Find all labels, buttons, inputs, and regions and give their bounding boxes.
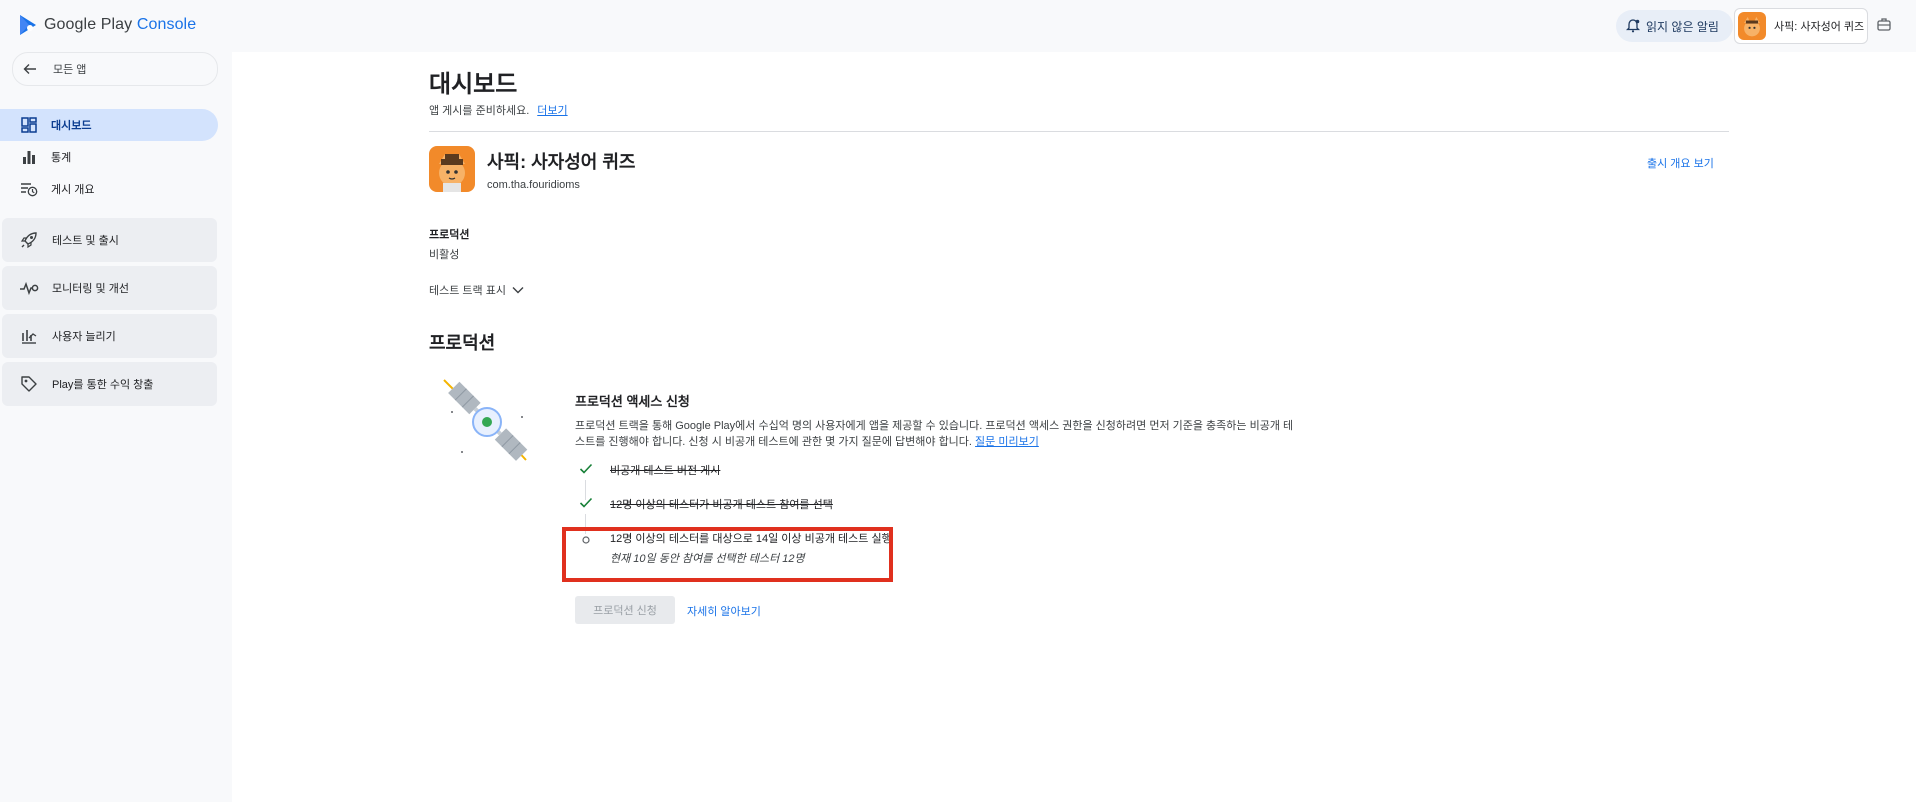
checkmark-icon	[575, 463, 597, 475]
app-name: 사픽: 사자성어 퀴즈	[487, 152, 636, 172]
more-link[interactable]: 더보기	[537, 105, 567, 117]
app-switcher-chip[interactable]: 사픽: 사자성어 퀴즈	[1734, 8, 1868, 44]
sidebar-item-dashboard[interactable]: 대시보드	[0, 109, 218, 141]
developer-account-icon[interactable]	[1876, 16, 1892, 37]
notification-bell-icon	[1626, 19, 1640, 33]
app-icon	[429, 146, 475, 192]
dashboard-icon	[19, 117, 39, 133]
rocket-icon	[18, 231, 40, 249]
production-access-description: 프로덕션 트랙을 통해 Google Play에서 수십억 명의 사용자에게 앱…	[575, 420, 1294, 448]
bar-chart-icon	[19, 149, 39, 165]
show-test-tracks-toggle[interactable]: 테스트 트랙 표시	[429, 282, 524, 298]
production-access-title: 프로덕션 액세스 신청	[575, 394, 690, 409]
sidebar-group-grow-users[interactable]: 사용자 늘리기	[2, 314, 217, 358]
chevron-down-icon	[512, 287, 524, 294]
vitals-icon	[18, 280, 40, 296]
production-label: 프로덕션	[429, 229, 470, 241]
checkmark-icon	[575, 497, 597, 509]
apply-production-button[interactable]: 프로덕션 신청	[575, 596, 675, 624]
preview-questions-link[interactable]: 질문 미리보기	[975, 436, 1039, 448]
requirement-item: 12명 이상의 테스터가 비공개 테스트 참여를 선택	[575, 496, 833, 512]
sidebar-group-monetize[interactable]: Play를 통한 수익 창출	[2, 362, 217, 406]
publishing-overview-icon	[19, 181, 39, 197]
all-apps-back-button[interactable]: 모든 앱	[12, 52, 218, 86]
sidebar-group-test-and-release[interactable]: 테스트 및 출시	[2, 218, 217, 262]
tag-icon	[18, 375, 40, 393]
requirement-item: 비공개 테스트 버전 게시	[575, 462, 720, 478]
logo-text: Google Play Console	[44, 16, 197, 33]
sidebar: 모든 앱 대시보드 통계 게시 개요 테스트 및 출시 모니터링 및 개선 사용…	[0, 52, 232, 802]
production-status: 비활성	[429, 249, 460, 261]
learn-more-link[interactable]: 자세히 알아보기	[687, 603, 761, 619]
production-section-title: 프로덕션	[429, 333, 496, 353]
top-bar: Google Play Console 읽지 않은 알림 사픽: 사자성어 퀴즈	[0, 0, 1916, 52]
unread-notifications-button[interactable]: 읽지 않은 알림	[1616, 10, 1733, 42]
google-play-console-logo[interactable]: Google Play Console	[18, 14, 196, 36]
play-console-logo-icon	[20, 15, 36, 35]
sidebar-group-monitor-and-improve[interactable]: 모니터링 및 개선	[2, 266, 217, 310]
back-arrow-icon	[23, 64, 36, 74]
app-package-name: com.tha.fouridioms	[487, 179, 580, 191]
page-title: 대시보드	[429, 71, 518, 98]
divider	[429, 131, 1729, 132]
satellite-illustration	[432, 372, 542, 477]
sidebar-item-statistics[interactable]: 통계	[0, 141, 218, 173]
release-overview-link[interactable]: 출시 개요 보기	[1647, 155, 1714, 171]
sidebar-item-publishing-overview[interactable]: 게시 개요	[0, 173, 218, 205]
app-chip-icon	[1738, 12, 1766, 40]
highlight-annotation-box	[562, 527, 893, 582]
grow-users-icon	[18, 327, 40, 345]
main-content: 대시보드 앱 게시를 준비하세요. 더보기 사픽: 사자성어 퀴즈 com.tha…	[232, 52, 1916, 802]
page-subtitle: 앱 게시를 준비하세요. 더보기	[429, 105, 568, 117]
